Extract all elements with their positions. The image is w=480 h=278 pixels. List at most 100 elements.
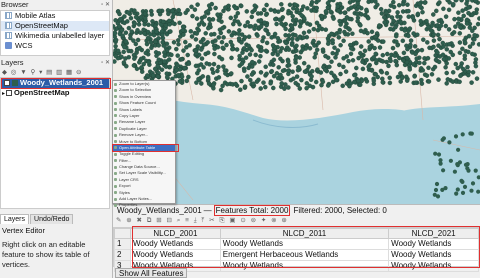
layers-tree[interactable]: Woody_Wetlands_2001 ▸ OpenStreetMap <box>0 77 110 209</box>
wetland-point <box>249 47 254 53</box>
table-cell[interactable]: Woody Wetlands <box>388 238 479 250</box>
wetland-point <box>138 56 144 62</box>
wetland-point <box>220 25 225 31</box>
menu-item-icon <box>114 114 117 118</box>
status-features-total: Features Total: 2000 <box>213 205 291 216</box>
wetland-point <box>352 79 357 85</box>
layer-visibility-checkbox[interactable] <box>6 90 13 96</box>
wetland-point <box>348 5 354 10</box>
wetland-point <box>455 187 460 192</box>
wetland-point <box>319 13 325 19</box>
wetland-point <box>470 41 476 46</box>
wetland-point <box>305 21 310 26</box>
menu-item-label: Add Layer Notes... <box>119 196 153 202</box>
wetland-point <box>325 41 331 46</box>
wetland-point <box>398 19 403 25</box>
browser-item-wikimedia[interactable]: Wikimedia unlabelled layer <box>1 31 109 41</box>
panel-close-icon[interactable]: ▫ ✕ <box>101 1 110 8</box>
tab-undo-redo[interactable]: Undo/Redo <box>30 214 74 224</box>
wetland-point <box>193 37 199 42</box>
wetland-point <box>338 42 343 48</box>
wetland-point <box>180 27 186 33</box>
tab-layers[interactable]: Layers <box>0 214 30 224</box>
menu-item-icon <box>114 140 117 144</box>
column-header[interactable]: NLCD_2001 <box>130 228 221 239</box>
table-cell[interactable]: Woody Wetlands <box>219 238 390 250</box>
wetland-point <box>342 10 347 16</box>
wetland-point <box>177 20 182 26</box>
wetland-point <box>275 52 280 57</box>
table-cell[interactable]: Woody Wetlands <box>388 249 479 261</box>
wetland-point <box>297 24 303 29</box>
attribute-table[interactable]: NLCD_2001 NLCD_2011 NLCD_2021 1 Woody We… <box>113 226 480 272</box>
wetland-point <box>344 15 350 20</box>
wetland-point <box>312 43 317 48</box>
table-cell[interactable]: Woody Wetlands <box>130 249 221 261</box>
browser-item-wcs[interactable]: WCS <box>1 41 109 51</box>
menu-item-icon <box>114 203 117 207</box>
wetland-point <box>177 79 183 84</box>
layers-toolbar[interactable]: ◆ ◎ ▼ ⚲ ▾ ▤ ▥ ▦ ⊖ <box>0 68 112 77</box>
wetland-point <box>417 1 423 7</box>
expand-arrow-icon[interactable]: ▸ <box>2 91 5 97</box>
panel-close-icon[interactable]: ▫ ✕ <box>101 59 110 66</box>
row-number[interactable]: 1 <box>114 238 131 250</box>
wetland-point <box>280 6 285 12</box>
wetland-point <box>160 19 166 25</box>
browser-tree[interactable]: Mobile Atlas OpenStreetMap Wikimedia unl… <box>0 10 110 56</box>
wetland-point <box>408 42 413 48</box>
layer-openstreetmap[interactable]: ▸ OpenStreetMap <box>1 88 109 98</box>
column-header[interactable]: NLCD_2021 <box>388 228 479 239</box>
wetland-point <box>206 25 211 31</box>
wetland-point <box>467 25 473 30</box>
wetland-point <box>229 55 234 61</box>
wetland-point <box>200 74 206 79</box>
wetland-point <box>413 51 418 57</box>
wetland-point <box>129 29 134 34</box>
table-cell[interactable]: Emergent Herbaceous Wetlands <box>219 249 390 261</box>
wetland-point <box>199 56 205 61</box>
context-menu-item[interactable]: Properties... <box>113 202 175 208</box>
attribute-table-toolbar[interactable]: ✎ ⊕ ✖ ⧉ ⊞ ⊟ ⌕ ≡ ⤓ ⤒ ✂ ⎘ ▣ ⊙ ⊚ ✦ ⊗ ⊕ <box>113 216 480 226</box>
wetland-point <box>148 32 153 37</box>
wetland-point <box>401 50 407 56</box>
wetland-point <box>270 62 276 68</box>
wetland-point <box>304 85 309 91</box>
left-dock-tabs: Layers Undo/Redo <box>0 214 112 224</box>
wetland-point <box>444 81 449 86</box>
wetland-point <box>286 85 291 90</box>
wetland-point <box>382 15 387 20</box>
show-all-features-button[interactable]: Show All Features <box>115 268 188 278</box>
wetland-point <box>468 131 473 136</box>
wetland-point <box>396 2 402 8</box>
layer-visibility-checkbox[interactable] <box>4 80 10 86</box>
wetland-point <box>301 35 306 40</box>
column-header[interactable]: NLCD_2011 <box>219 228 390 239</box>
wetland-point <box>456 10 461 15</box>
table-cell[interactable]: Woody Wetlands <box>130 238 221 250</box>
xyz-tiles-icon <box>5 32 12 39</box>
wetland-point <box>230 46 235 52</box>
wetland-point <box>261 80 266 85</box>
wetland-point <box>314 47 320 53</box>
wetland-point <box>446 7 452 13</box>
wetland-point <box>229 71 234 76</box>
wetland-point <box>168 29 173 34</box>
table-row[interactable]: 2 Woody Wetlands Emergent Herbaceous Wet… <box>114 249 479 261</box>
wetland-point <box>128 48 134 54</box>
wetland-point <box>463 162 469 167</box>
wetland-point <box>460 132 465 137</box>
row-number[interactable]: 2 <box>114 249 131 261</box>
layer-woody-wetlands[interactable]: Woody_Wetlands_2001 <box>1 78 109 88</box>
wetland-point <box>242 68 247 74</box>
menu-item-icon <box>114 165 117 169</box>
wetland-point <box>282 86 287 91</box>
table-row[interactable]: 1 Woody Wetlands Woody Wetlands Woody We… <box>114 238 479 250</box>
wetland-point <box>373 34 378 39</box>
wetland-point <box>365 15 371 21</box>
wetland-point <box>286 47 292 52</box>
wetland-point <box>469 188 474 193</box>
browser-item-openstreetmap[interactable]: OpenStreetMap <box>1 21 109 31</box>
browser-item-mobile-atlas[interactable]: Mobile Atlas <box>1 11 109 21</box>
point-symbol-icon <box>12 80 18 86</box>
